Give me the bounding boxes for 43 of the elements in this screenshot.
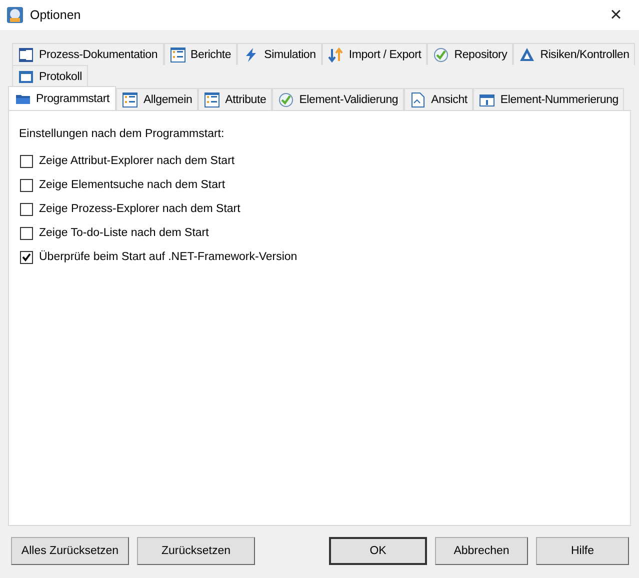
tab[interactable]: Risiken/Kontrollen (513, 43, 636, 65)
document-icon (410, 92, 426, 108)
dialog-button[interactable]: Alles Zurücksetzen (11, 537, 129, 565)
tab[interactable]: Ansicht (404, 88, 474, 110)
triangle-icon (519, 46, 536, 62)
tab[interactable]: Attribute (198, 88, 272, 110)
checkmark-icon (433, 46, 450, 62)
up-down-arrows-icon (328, 46, 344, 62)
checkbox[interactable] (20, 154, 33, 168)
close-icon[interactable]: × (593, 4, 639, 26)
checkbox-label: Zeige Attribut-Explorer nach dem Start (39, 155, 235, 167)
checkbox-label: Zeige To-do-Liste nach dem Start (39, 227, 209, 239)
dialog-button[interactable]: Hilfe (536, 537, 629, 565)
checkbox[interactable] (20, 226, 33, 240)
tab[interactable]: Berichte (164, 43, 238, 65)
tab[interactable]: Import / Export (322, 43, 428, 65)
dialog-button[interactable]: Abbrechen (435, 537, 528, 565)
section-heading: Einstellungen nach dem Programmstart: (19, 128, 226, 140)
checkbox[interactable] (20, 178, 33, 192)
tab[interactable]: Programmstart (8, 86, 116, 110)
app-icon (7, 7, 23, 23)
tab[interactable]: Allgemein (116, 88, 198, 110)
tab[interactable]: Prozess-Dokumentation (12, 43, 164, 65)
window-title: Optionen (30, 8, 82, 22)
checkbox-label: Überprüfe beim Start auf .NET-Framework-Version (39, 251, 298, 263)
checkbox[interactable] (20, 202, 33, 216)
tab[interactable]: Simulation (237, 43, 322, 65)
list-icon (170, 46, 186, 62)
tab[interactable]: Element-Nummerierung (473, 88, 624, 110)
dialog-button[interactable]: OK (329, 537, 427, 565)
window-icon (18, 68, 34, 84)
list-icon (204, 92, 220, 108)
word-document-icon (18, 46, 34, 62)
list-icon (122, 92, 138, 108)
tab[interactable]: Protokoll (12, 65, 88, 87)
checkbox[interactable] (20, 250, 33, 264)
dialog-button[interactable]: Zurücksetzen (137, 537, 255, 565)
tab[interactable]: Repository (427, 43, 514, 65)
tab[interactable]: Element-Validierung (272, 88, 404, 110)
numbered-window-icon (479, 92, 496, 108)
checkmark-icon (278, 92, 294, 108)
checkbox-label: Zeige Elementsuche nach dem Start (39, 179, 226, 191)
checkbox-label: Zeige Prozess-Explorer nach dem Start (39, 203, 240, 215)
